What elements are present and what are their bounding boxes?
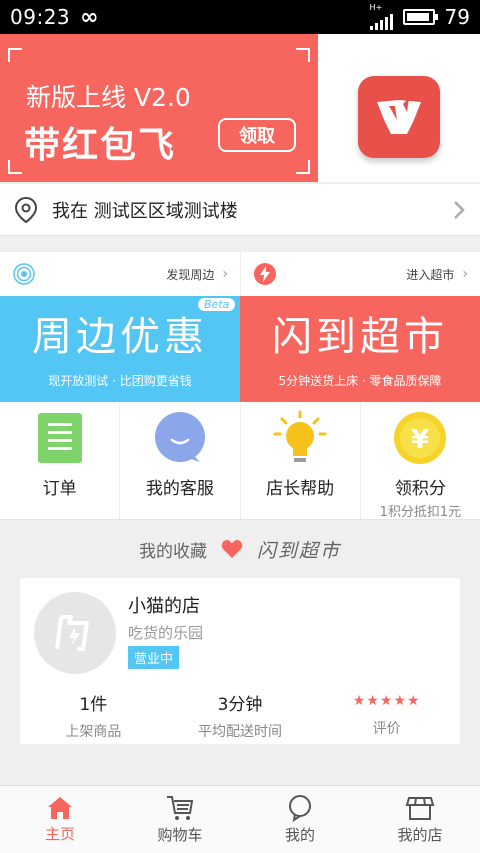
chevron-right-icon [454,200,465,219]
star-icon: ★ [393,693,408,709]
heart-icon [221,540,243,558]
stat-value: 1件 [79,695,108,715]
lightning-icon [254,263,276,285]
nav-my-store-label: 我的店 [397,826,443,844]
network-type: H+ [369,3,383,12]
status-badge: 营业中 [128,646,180,669]
chat-bubble-icon [152,410,208,466]
chevron-right-icon: › [462,266,468,282]
nearby-deals-desc: 现开放测试 · 比团购更省钱 [48,374,192,388]
home-icon [48,797,72,819]
discover-nearby-link[interactable]: 发现周边 › [0,252,240,296]
nav-cart-label: 购物车 [157,826,203,844]
beta-badge: Beta [198,298,236,311]
orders-button[interactable]: 订单 [0,402,121,519]
orders-label: 订单 [42,479,77,499]
chevron-right-icon: › [222,266,228,282]
enter-market-label: 进入超市 [406,267,455,282]
star-icon: ★ [352,693,367,709]
favorites-brand: 闪到超市 [256,539,341,562]
nav-home[interactable]: 主页 [0,786,120,853]
store-avatar [34,592,116,674]
claim-button[interactable]: 领取 [218,118,296,152]
store-card[interactable]: 小猫的店 吃货的乐园 营业中 1件 上架商品 3分钟 平均配送时间 ★★★★★ … [20,578,460,744]
signal-icon [369,12,393,30]
manager-help-label: 店长帮助 [266,479,335,499]
rating-stars: ★★★★★ [313,690,460,712]
location-text: 我在 测试区区域测试楼 [52,200,238,222]
earn-points-button[interactable]: ¥ 领积分 1积分抵扣1元 [361,402,480,520]
promo-banner[interactable]: 新版上线 V2.0 带红包飞 领取 [0,34,480,182]
status-bar: 09:23 ∞ H+ 79 [0,0,480,34]
lightbulb-icon [272,410,328,466]
location-bar[interactable]: 我在 测试区区域测试楼 [0,184,480,236]
stat-products: 1件 上架商品 [20,690,167,741]
location-pin-icon [14,196,38,223]
nearby-deals-title: 周边优惠 [32,314,208,360]
cart-icon [167,796,194,820]
enter-market-link[interactable]: 进入超市 › [240,252,480,296]
star-icon: ★ [379,693,394,709]
nav-cart[interactable]: 购物车 [120,786,240,853]
flash-logo-icon [55,615,89,651]
store-slogan: 吃货的乐园 [128,624,204,642]
manager-help-button[interactable]: 店长帮助 [241,402,361,519]
nav-my-store[interactable]: 我的店 [360,786,480,853]
flash-market-title: 闪到超市 [272,314,448,360]
stat-label: 评价 [372,721,401,737]
stat-delivery-time: 3分钟 平均配送时间 [167,690,314,741]
store-stats: 1件 上架商品 3分钟 平均配送时间 ★★★★★ 评价 [20,690,460,741]
battery-icon [402,9,438,25]
store-icon [405,797,435,820]
banner-title: 带红包飞 [24,125,177,166]
nearby-deals-card[interactable]: Beta 周边优惠 现开放测试 · 比团购更省钱 [0,296,240,402]
earn-points-subtitle: 1积分抵扣1元 [379,505,462,520]
nav-home-label: 主页 [44,825,75,843]
svg-text:¥: ¥ [411,425,429,455]
favorites-label: 我的收藏 [138,541,207,562]
nav-me[interactable]: 我的 [240,786,360,853]
earn-points-label: 领积分 [394,479,446,499]
quick-actions-grid: 订单 我的客服 店长帮助 ¥ 领积分 1积分抵扣1元 [0,402,480,520]
store-name: 小猫的店 [128,596,200,617]
customer-service-button[interactable]: 我的客服 [120,402,241,519]
battery-level: 79 [444,5,470,29]
discover-nearby-label: 发现周边 [166,267,215,282]
flash-market-card[interactable]: 闪到超市 5分钟送货上床 · 零食品质保障 [240,296,480,402]
nav-me-label: 我的 [284,826,315,844]
stat-value: 3分钟 [217,695,263,715]
yen-coin-icon: ¥ [392,410,448,466]
favorites-header: 我的收藏 闪到超市 [0,524,480,574]
promo-section: 发现周边 › 进入超市 › Beta 周边优惠 现开放测试 · 比团购更省钱 闪… [0,252,480,402]
banner-subtitle: 新版上线 V2.0 [26,83,191,112]
profile-icon [289,795,311,822]
bottom-nav: 主页 购物车 我的 我的店 [0,785,480,853]
infinity-icon: ∞ [80,4,99,30]
flash-market-desc: 5分钟送货上床 · 零食品质保障 [278,374,442,388]
status-time: 09:23 [10,5,71,29]
stat-label: 平均配送时间 [198,724,282,740]
stat-rating: ★★★★★ 评价 [313,690,460,741]
customer-service-label: 我的客服 [145,479,214,499]
star-icon: ★ [407,693,421,709]
radar-icon [13,263,35,285]
stat-label: 上架商品 [65,724,122,740]
star-icon: ★ [366,693,380,709]
app-logo-icon [358,76,440,158]
order-list-icon [32,410,88,466]
